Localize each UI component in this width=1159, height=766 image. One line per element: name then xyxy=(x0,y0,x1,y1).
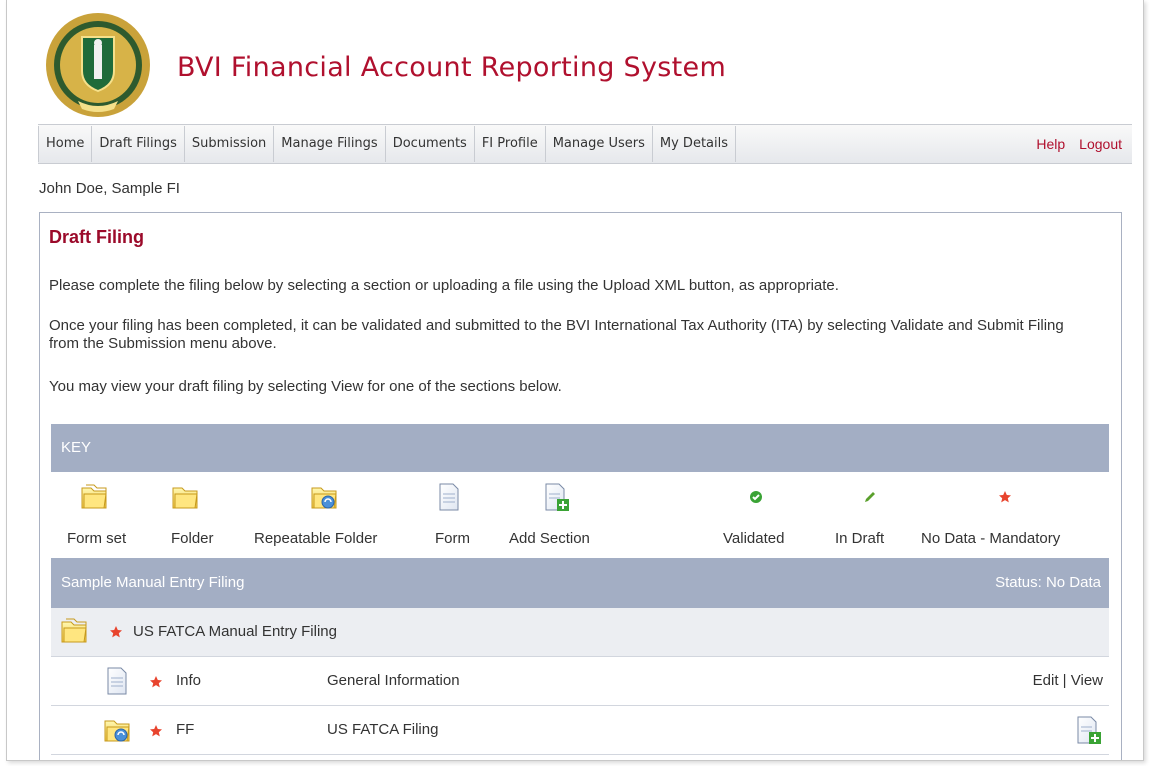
section-code: Info xyxy=(176,672,202,689)
section-description: US FATCA Filing xyxy=(327,721,439,738)
nav-manage-filings[interactable]: Manage Filings xyxy=(274,126,386,162)
logout-link[interactable]: Logout xyxy=(1079,136,1122,152)
folder-icon xyxy=(172,487,198,509)
view-link[interactable]: View xyxy=(1071,672,1103,689)
mandatory-star-icon xyxy=(110,626,122,638)
nav-manage-users[interactable]: Manage Users xyxy=(546,126,653,162)
draft-filing-panel: Draft Filing Please complete the filing … xyxy=(39,212,1122,760)
add-section-icon[interactable] xyxy=(1073,715,1103,745)
edit-link[interactable]: Edit xyxy=(1033,672,1059,689)
nav-submission[interactable]: Submission xyxy=(185,126,275,162)
nav-draft-filings[interactable]: Draft Filings xyxy=(92,126,185,162)
user-info: John Doe, Sample FI xyxy=(39,180,180,197)
form-set-icon xyxy=(81,484,107,509)
nav-fi-profile[interactable]: FI Profile xyxy=(475,126,546,162)
form-icon xyxy=(107,667,127,695)
form-set-icon xyxy=(61,618,87,643)
form-set-row[interactable]: US FATCA Manual Entry Filing xyxy=(51,608,1109,657)
main-nav: Home Draft Filings Submission Manage Fil… xyxy=(38,124,1132,164)
row-actions: Edit | View xyxy=(1033,672,1103,689)
filing-header: Sample Manual Entry Filing Status: No Da… xyxy=(51,558,1109,608)
mandatory-star-icon xyxy=(150,725,162,737)
repeatable-folder-icon xyxy=(311,487,337,509)
section-code: FF xyxy=(176,721,195,738)
filing-name: Sample Manual Entry Filing xyxy=(61,574,245,591)
app-title: BVI Financial Account Reporting System xyxy=(177,52,727,83)
bvi-seal-logo-icon xyxy=(46,13,150,117)
section-row-info: Info General Information Edit | View xyxy=(51,657,1109,706)
site-header: BVI Financial Account Reporting System xyxy=(7,0,1143,124)
key-label-add-section: Add Section xyxy=(509,530,590,547)
key-label-validated: Validated xyxy=(723,530,785,547)
app-window: BVI Financial Account Reporting System H… xyxy=(6,0,1144,761)
form-icon xyxy=(439,483,459,511)
filing-status: Status: No Data xyxy=(995,574,1101,591)
key-label-in-draft: In Draft xyxy=(835,530,885,547)
validated-check-icon xyxy=(750,491,762,503)
instructions-text-3: You may view your draft filing by select… xyxy=(49,378,562,395)
key-label-mandatory: No Data - Mandatory xyxy=(921,530,1061,547)
nav-my-details[interactable]: My Details xyxy=(653,126,737,162)
key-label-form: Form xyxy=(435,530,470,547)
key-label-folder: Folder xyxy=(171,530,214,547)
section-row-ff: FF US FATCA Filing xyxy=(51,706,1109,755)
help-link[interactable]: Help xyxy=(1036,136,1065,152)
form-set-label: US FATCA Manual Entry Filing xyxy=(133,623,337,640)
mandatory-star-icon xyxy=(999,491,1011,503)
instructions-text-1: Please complete the filing below by sele… xyxy=(49,277,839,294)
action-separator: | xyxy=(1062,672,1067,689)
page-title: Draft Filing xyxy=(49,227,144,247)
nav-right-links: Help Logout xyxy=(1036,136,1132,152)
key-label-repeatable-folder: Repeatable Folder xyxy=(254,530,378,547)
key-legend: Form set Folder Repeatable Folder Form A… xyxy=(51,472,1109,558)
add-section-icon xyxy=(545,483,569,511)
instructions-text-2: Once your filing has been completed, it … xyxy=(49,317,1064,352)
section-description: General Information xyxy=(327,672,460,689)
key-label-form-set: Form set xyxy=(67,530,127,547)
key-header: KEY xyxy=(51,424,1109,472)
key-title: KEY xyxy=(61,439,92,456)
nav-documents[interactable]: Documents xyxy=(386,126,475,162)
nav-home[interactable]: Home xyxy=(38,126,93,162)
mandatory-star-icon xyxy=(150,676,162,688)
repeatable-folder-icon xyxy=(104,720,130,742)
in-draft-pencil-icon xyxy=(865,492,875,502)
